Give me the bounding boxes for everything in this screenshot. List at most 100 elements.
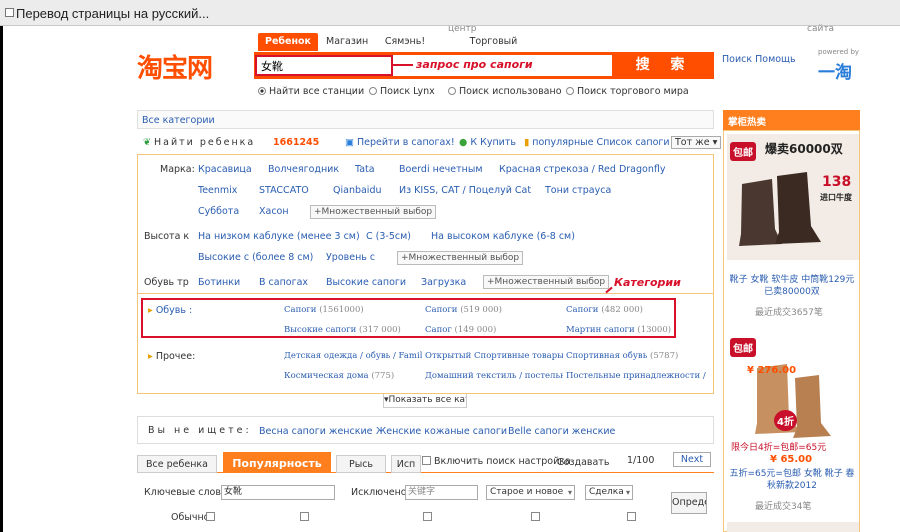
heel-link[interactable]: На высоком каблуке (6-8 см)	[431, 231, 575, 242]
shoes-category-label[interactable]: ▸ Обувь :	[148, 305, 192, 316]
product-image[interactable]: 包邮 爆卖60000双 138 进口牛度	[727, 134, 859, 260]
search-help-link[interactable]: Поиск Помощь	[722, 54, 796, 65]
heel-link[interactable]: С (3-5см)	[366, 231, 411, 242]
tab-xiamen[interactable]: Сямэнь!	[381, 33, 429, 51]
category-item[interactable]: Спортивная обувь (5787)	[566, 351, 678, 361]
suggest-label: Вы не ищете:	[148, 425, 252, 436]
link-buy[interactable]: ● К Купить	[459, 137, 516, 148]
category-item[interactable]: Сапог (149 000)	[425, 325, 496, 335]
tab-child[interactable]: Ребенок	[258, 33, 318, 51]
tab-lynx[interactable]: Рысь	[336, 455, 386, 473]
suggestions-bar: Вы не ищете: Весна сапоги женские Женски…	[137, 416, 714, 444]
scope-option-lynx[interactable]: Поиск Lynx	[369, 86, 435, 97]
filter-checkbox[interactable]	[627, 512, 636, 521]
window-edge	[0, 26, 3, 532]
annotation-line	[393, 64, 413, 66]
tab-trade-guide[interactable]: Торговый руководство	[442, 33, 545, 65]
multi-select-button[interactable]: +Множественный выбор	[310, 205, 437, 219]
suggest-link[interactable]: Весна сапоги женские	[259, 426, 373, 437]
page-icon	[5, 8, 14, 17]
create-link[interactable]: Создавать	[557, 457, 609, 468]
brand-link[interactable]: Qianbaidu	[333, 185, 382, 196]
scope-option-trade[interactable]: Поиск торгового мира	[566, 86, 689, 97]
normal-label: Обычно	[171, 512, 210, 523]
sort-select[interactable]: Старое и новое	[486, 485, 575, 500]
chat-icon: ▣	[345, 137, 354, 148]
brand-link[interactable]: Суббота	[198, 206, 239, 217]
deal-select[interactable]: Сделка	[585, 485, 633, 500]
brand-link[interactable]: Волчеягодник	[268, 164, 339, 175]
brand-link[interactable]: Boerdi нечетным	[399, 164, 483, 175]
filter-checkbox[interactable]	[206, 512, 215, 521]
shoe-link[interactable]: Высокие сапоги	[326, 277, 406, 288]
shoe-link[interactable]: Ботинки	[198, 277, 240, 288]
category-item[interactable]: Сапоги (482 000)	[566, 305, 643, 315]
link-go-boots[interactable]: ▣ Перейти в сапогах!	[345, 137, 455, 148]
suggest-link[interactable]: Belle сапоги женские	[508, 426, 615, 437]
category-item[interactable]: Сапоги (1561000)	[284, 305, 364, 315]
heel-link[interactable]: На низком каблуке (менее 3 см)	[198, 231, 360, 242]
scope-option-used[interactable]: Поиск использовано	[448, 86, 562, 97]
checkbox-icon	[422, 456, 431, 465]
submit-button[interactable]: Опреде	[671, 492, 707, 514]
sidebar-title: 掌柜热卖	[723, 110, 860, 130]
category-item[interactable]: Космическая дома (775)	[284, 371, 394, 381]
breadcrumb: Все категории	[137, 110, 714, 129]
brand-link[interactable]: Из KISS, CAT / Поцелуй Cat	[399, 185, 531, 196]
heel-label: Высота каб	[144, 231, 189, 242]
bar-chart-icon: ▮	[524, 137, 530, 148]
multi-select-button[interactable]: +Множественный выбор	[397, 251, 524, 265]
product-image-partial[interactable]	[727, 522, 859, 532]
other-category-label: ▸ Прочее:	[148, 351, 196, 362]
category-item[interactable]: Сапоги (519 000)	[425, 305, 502, 315]
annotation-categories: Категории	[614, 276, 681, 289]
excluded-input[interactable]: 关键字	[405, 485, 478, 500]
category-item[interactable]: Детская одежда / обувь / Family P	[284, 351, 422, 361]
brand-link[interactable]: Тони страуса	[545, 185, 611, 196]
brand-link[interactable]: Красная стрекоза / Red Dragonfly	[499, 164, 665, 175]
link-popular-list[interactable]: ▮ популярные Список сапоги	[524, 137, 670, 148]
free-shipping-badge: 包邮	[730, 142, 756, 161]
etao-logo[interactable]: 一淘	[818, 58, 852, 83]
category-item[interactable]: Высокие сапоги (317 000)	[284, 325, 401, 335]
tab-all-children[interactable]: Все ребенка	[137, 455, 217, 473]
sort-dropdown[interactable]: Тот же ▾	[671, 136, 722, 149]
tab-popularity[interactable]: Популярность	[223, 452, 331, 473]
brand-link[interactable]: STACCATO	[259, 185, 309, 196]
free-shipping-badge: 包邮	[730, 338, 756, 357]
product-price-2: ¥ 65.00	[770, 454, 813, 465]
product-title[interactable]: 靴子 女靴 软牛皮 中筒靴129元 已卖80000双	[729, 274, 855, 298]
brand-link[interactable]: Красавица	[198, 164, 252, 175]
circle-icon: ●	[459, 137, 468, 148]
tab-shop[interactable]: Магазин	[326, 33, 368, 51]
breadcrumb-all-categories[interactable]: Все категории	[142, 115, 215, 126]
category-item[interactable]: Открытый Спортивные товары (	[425, 351, 563, 361]
powered-by-label: powered by	[818, 48, 860, 56]
scope-option-all[interactable]: Найти все станции	[258, 86, 364, 97]
suggest-link[interactable]: Женские кожаные сапоги	[376, 426, 507, 437]
heel-link[interactable]: Высокие с (более 8 см)	[198, 252, 313, 263]
search-button[interactable]: 搜 索	[614, 52, 714, 79]
brand-link[interactable]: Teenmix	[198, 185, 237, 196]
category-item[interactable]: Домашний текстиль / постельные	[425, 371, 563, 381]
brand-link[interactable]: Tata	[355, 164, 375, 175]
category-item[interactable]: Постельные принадлежности / По	[566, 371, 706, 381]
brand-link[interactable]: Хасон	[259, 206, 289, 217]
filter-checkbox[interactable]	[531, 512, 540, 521]
show-all-categories-button[interactable]: ▾Показать все кате	[383, 394, 467, 408]
custom-search-toggle[interactable]: Включить поиск настройка	[422, 456, 571, 467]
heel-link[interactable]: Уровень с	[326, 252, 375, 263]
filter-checkbox[interactable]	[423, 512, 432, 521]
filter-checkbox[interactable]	[300, 512, 309, 521]
product-title[interactable]: 五折=65元=包邮 女靴 靴子 春秋新款2012	[729, 468, 855, 492]
taobao-logo[interactable]: 淘宝网	[137, 48, 213, 85]
keywords-input[interactable]: 女靴	[221, 485, 335, 500]
multi-select-button[interactable]: +Множественный выбор	[483, 275, 610, 289]
shoe-link[interactable]: В сапогах	[259, 277, 308, 288]
sale-price: 138	[822, 174, 852, 190]
product-image[interactable]: 包邮 ¥ 276.00 4折	[727, 328, 859, 454]
tab-used[interactable]: Исп	[391, 455, 421, 473]
shoe-link[interactable]: Загрузка	[421, 277, 466, 288]
category-item[interactable]: Мартин сапоги (13000)	[566, 325, 671, 335]
next-page-button[interactable]: Next	[673, 452, 711, 467]
